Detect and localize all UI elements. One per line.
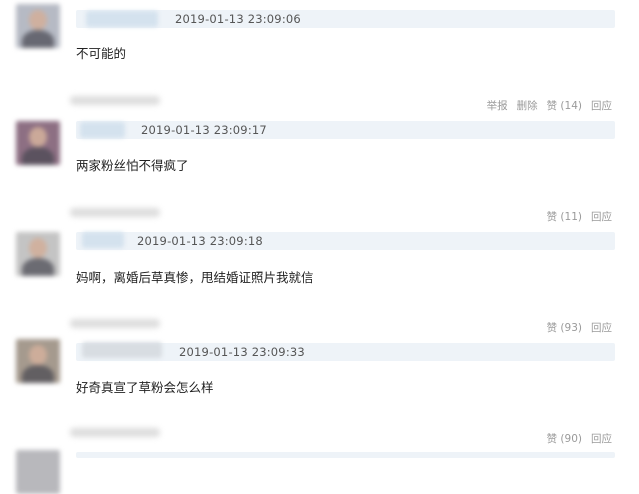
comment-item: 2019-01-13 23:09:17 两家粉丝怕不得疯了 赞 (11) 回应 [0,111,639,223]
avatar[interactable] [16,450,60,494]
avatar-face [29,345,47,365]
comment-timestamp: 2019-01-13 23:09:17 [141,123,267,137]
username[interactable] [86,11,158,27]
avatar-shoulders [22,30,54,48]
comment-actions: 赞 (90) 回应 [547,431,612,446]
comment-item: 2019-01-13 23:09:06 不可能的 举报 删除 赞 (14) 回应 [0,0,639,112]
reply-preview [70,208,160,217]
avatar-face [29,127,47,147]
avatar-shoulders [22,147,54,165]
avatar-face [29,238,47,258]
avatar[interactable] [16,121,60,165]
reply-preview [70,96,160,105]
comment-text: 好奇真宣了草粉会怎么样 [76,380,214,395]
avatar[interactable] [16,339,60,383]
avatar-shoulders [22,258,54,276]
comment-timestamp: 2019-01-13 23:09:18 [137,234,263,248]
comment-text: 妈啊，离婚后草真惨，甩结婚证照片我就信 [76,270,314,285]
avatar[interactable] [16,4,60,48]
comment-text: 两家粉丝怕不得疯了 [76,158,189,173]
reply-preview [70,428,160,437]
avatar[interactable] [16,232,60,276]
username[interactable] [80,122,125,138]
comment-item: 2019-01-13 23:09:33 好奇真宣了草粉会怎么样 赞 (90) 回… [0,333,639,446]
avatar-face [29,10,47,30]
avatar-shoulders [22,365,54,383]
reply-button[interactable]: 回应 [591,431,612,446]
username[interactable] [82,232,124,248]
like-button[interactable]: 赞 (90) [547,431,582,446]
comment-text: 不可能的 [76,46,127,61]
comment-meta-bar [76,452,615,458]
comment-timestamp: 2019-01-13 23:09:33 [179,345,305,359]
comment-item: 2019-01-13 23:09:18 妈啊，离婚后草真惨，甩结婚证照片我就信 … [0,222,639,334]
username[interactable] [82,342,162,358]
reply-preview [70,319,160,328]
comment-timestamp: 2019-01-13 23:09:06 [175,12,301,26]
